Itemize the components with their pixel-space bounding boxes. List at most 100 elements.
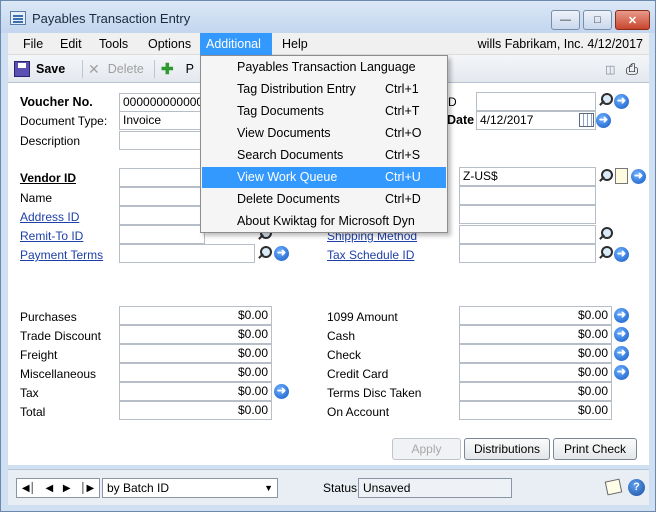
tree-icon[interactable]: ◫ xyxy=(605,58,615,80)
terms-go-icon[interactable]: ➜ xyxy=(274,246,289,261)
batch-lookup-icon[interactable] xyxy=(597,92,613,108)
voucher-field[interactable]: 00000000000000 xyxy=(119,93,205,112)
terms-disc-field[interactable]: $0.00 xyxy=(459,382,612,401)
menu-options[interactable]: Options xyxy=(142,33,197,55)
amount-1099-label: 1099 Amount xyxy=(327,310,398,324)
tax-schedule-lookup-icon[interactable] xyxy=(597,245,613,261)
note-icon[interactable] xyxy=(615,168,628,184)
app-icon xyxy=(10,11,26,25)
notes-icon[interactable] xyxy=(604,478,623,496)
total-label: Total xyxy=(20,405,46,419)
date-label: Date xyxy=(447,113,475,127)
payment-terms-label[interactable]: Payment Terms xyxy=(20,248,103,262)
address-id-field[interactable] xyxy=(119,206,205,225)
distributions-button[interactable]: Distributions xyxy=(464,438,550,460)
credit-card-field[interactable]: $0.00 xyxy=(459,363,612,382)
first-record-icon[interactable]: ◀│ xyxy=(22,483,36,494)
sort-by-value: by Batch ID xyxy=(107,481,170,495)
miscellaneous-label: Miscellaneous xyxy=(20,367,97,381)
previous-record-icon[interactable]: ◀ xyxy=(45,483,53,494)
doc-type-select[interactable]: Invoice xyxy=(119,111,205,130)
apply-button[interactable]: Apply xyxy=(392,438,461,460)
miscellaneous-field[interactable]: $0.00 xyxy=(119,363,272,382)
currency-go-icon[interactable]: ➜ xyxy=(631,169,646,184)
menu-tools[interactable]: Tools xyxy=(93,33,134,55)
menu-item-shortcut: Ctrl+S xyxy=(385,148,421,162)
description-label: Description xyxy=(20,134,81,148)
next-record-icon[interactable]: ▶ xyxy=(63,483,71,494)
vendor-id-label[interactable]: Vendor ID xyxy=(20,171,76,185)
tax-schedule-label[interactable]: Tax Schedule ID xyxy=(327,248,414,262)
minimize-icon: — xyxy=(560,14,571,26)
minimize-button[interactable]: — xyxy=(551,10,580,30)
user-company-date: wills Fabrikam, Inc. 4/12/2017 xyxy=(477,37,643,51)
tax-label: Tax xyxy=(20,386,39,400)
shipping-method-field[interactable] xyxy=(459,225,596,244)
amount-1099-field[interactable]: $0.00 xyxy=(459,306,612,325)
last-record-icon[interactable]: │▶ xyxy=(80,483,94,494)
save-button[interactable]: Save xyxy=(14,58,65,80)
menu-additional[interactable]: Additional xyxy=(200,33,272,55)
menu-item-tag-distribution[interactable]: Tag Distribution Entry Ctrl+1 xyxy=(202,79,446,100)
remit-to-label[interactable]: Remit-To ID xyxy=(20,229,83,243)
menu-item-about-kwiktag[interactable]: About Kwiktag for Microsoft Dyn xyxy=(202,211,446,232)
maximize-button[interactable]: □ xyxy=(583,10,612,30)
printer-icon[interactable]: ⎙ xyxy=(626,58,638,80)
total-field: $0.00 xyxy=(119,401,272,420)
menu-edit[interactable]: Edit xyxy=(54,33,88,55)
calendar-icon[interactable] xyxy=(579,113,594,127)
menu-item-view-work-queue[interactable]: View Work Queue Ctrl+U xyxy=(202,167,446,188)
delete-button[interactable]: ✕ Delete xyxy=(88,58,144,80)
delete-label: Delete xyxy=(107,62,144,76)
payment-terms-field[interactable] xyxy=(119,244,255,263)
shipping-lookup-icon[interactable] xyxy=(597,226,613,242)
help-icon[interactable]: ? xyxy=(628,479,645,496)
batch-go-icon[interactable]: ➜ xyxy=(614,94,629,109)
terms-lookup-icon[interactable] xyxy=(256,245,272,261)
currency-lookup-icon[interactable] xyxy=(597,168,613,184)
trade-discount-field[interactable]: $0.00 xyxy=(119,325,272,344)
remit-to-field[interactable] xyxy=(119,225,205,244)
title-bar: Payables Transaction Entry — □ ✕ xyxy=(1,1,655,33)
check-field[interactable]: $0.00 xyxy=(459,344,612,363)
purchases-label: Purchases xyxy=(20,310,77,324)
batch-field[interactable] xyxy=(476,92,596,111)
trade-discount-label: Trade Discount xyxy=(20,329,101,343)
payables-window: Payables Transaction Entry — □ ✕ File Ed… xyxy=(0,0,656,512)
tax-schedule-field[interactable] xyxy=(459,244,596,263)
cash-go-icon[interactable]: ➜ xyxy=(614,327,629,342)
menu-item-delete-documents[interactable]: Delete Documents Ctrl+D xyxy=(202,189,446,210)
status-bar: ◀│ ◀ ▶ │▶ by Batch ID ▼ Status Unsaved ? xyxy=(8,469,649,505)
currency-field[interactable]: Z-US$ xyxy=(459,167,596,186)
tax-go-icon[interactable]: ➜ xyxy=(274,384,289,399)
menu-item-label: View Work Queue xyxy=(237,170,338,184)
cash-field[interactable]: $0.00 xyxy=(459,325,612,344)
check-go-icon[interactable]: ➜ xyxy=(614,346,629,361)
address-id-label[interactable]: Address ID xyxy=(20,210,79,224)
tax-schedule-go-icon[interactable]: ➜ xyxy=(614,247,629,262)
batch-label: D xyxy=(448,95,457,109)
menu-item-transaction-language[interactable]: Payables Transaction Language xyxy=(202,57,446,78)
amount-1099-go-icon[interactable]: ➜ xyxy=(614,308,629,323)
vendor-id-field[interactable] xyxy=(119,168,205,187)
date-field[interactable]: 4/12/2017 xyxy=(476,111,596,130)
print-check-button[interactable]: Print Check xyxy=(553,438,637,460)
date-go-icon[interactable]: ➜ xyxy=(596,113,611,128)
purchases-field[interactable]: $0.00 xyxy=(119,306,272,325)
vendor-name-field xyxy=(119,187,205,206)
description-field[interactable] xyxy=(119,131,205,150)
menu-item-tag-documents[interactable]: Tag Documents Ctrl+T xyxy=(202,101,446,122)
save-icon xyxy=(14,61,30,77)
menu-bar: File Edit Tools Options Additional Help … xyxy=(8,33,649,55)
menu-file[interactable]: File xyxy=(17,33,49,55)
freight-field[interactable]: $0.00 xyxy=(119,344,272,363)
post-button[interactable]: ✚ P xyxy=(161,58,194,80)
credit-card-go-icon[interactable]: ➜ xyxy=(614,365,629,380)
menu-item-view-documents[interactable]: View Documents Ctrl+O xyxy=(202,123,446,144)
save-label: Save xyxy=(36,62,66,76)
menu-item-search-documents[interactable]: Search Documents Ctrl+S xyxy=(202,145,446,166)
tax-field[interactable]: $0.00 xyxy=(119,382,272,401)
sort-by-select[interactable]: by Batch ID ▼ xyxy=(102,478,278,498)
close-button[interactable]: ✕ xyxy=(615,10,650,30)
menu-help[interactable]: Help xyxy=(276,33,314,55)
